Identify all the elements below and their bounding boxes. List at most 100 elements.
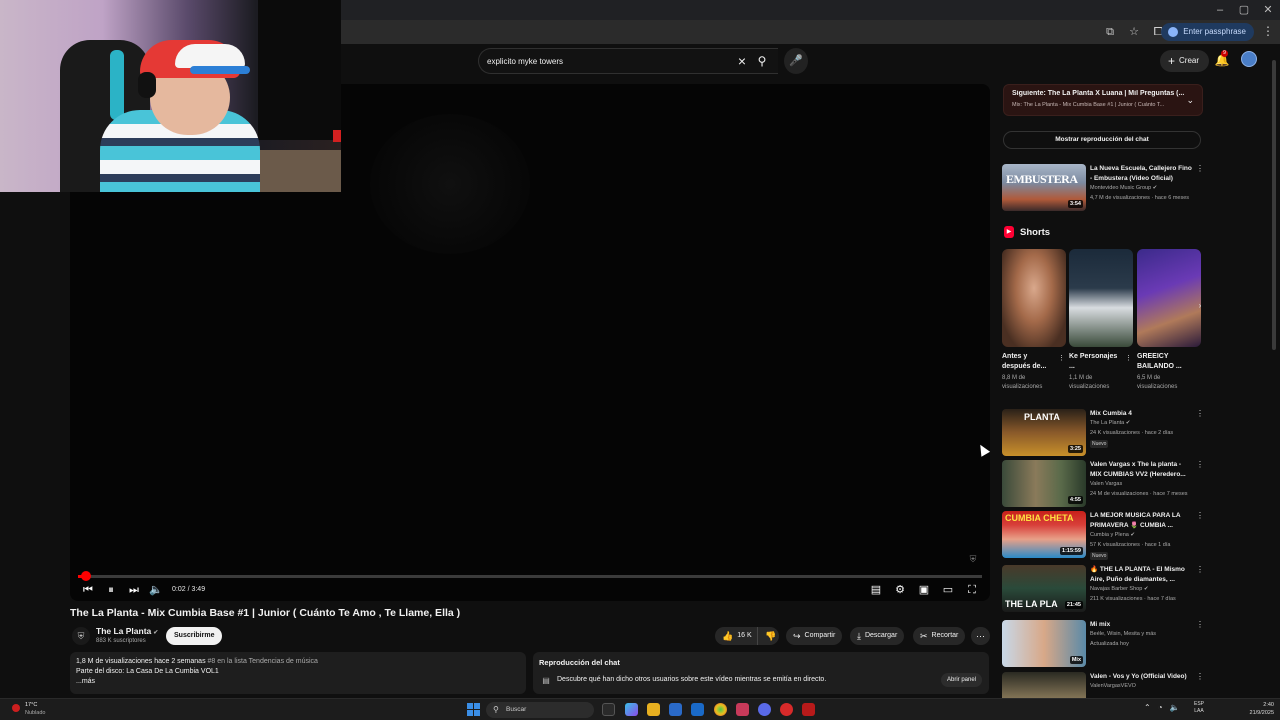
taskbar-clock[interactable]: 2:40 21/9/2025 [1238,701,1274,717]
copilot-icon[interactable] [625,703,638,716]
trending-label[interactable]: #8 en la lista Tendencias de música [208,658,318,665]
task-view-icon[interactable] [602,703,615,716]
recommendation-item[interactable]: Mix Mi mix Beéle, Wisin, Mesita y más Ac… [1002,620,1207,668]
description-box[interactable]: 1,8 M de visualizaciones hace 2 semanas … [70,652,526,694]
video-thumbnail[interactable]: EMBUSTERA 3:54 [1002,164,1086,211]
more-options-icon[interactable]: ⋮ [1196,672,1204,682]
share-label: Compartir [804,632,836,639]
video-thumbnail[interactable]: THE LA PLA 21:45 [1002,565,1086,612]
recommendation-channel: The La Planta ✔ [1090,420,1130,426]
create-button[interactable]: + Crear [1160,50,1210,72]
open-panel-button[interactable]: Abrir panel [941,673,983,687]
chevron-right-icon[interactable]: › [1194,301,1206,315]
start-menu-icon[interactable] [467,703,480,716]
up-next-box[interactable]: Siguiente: The La Planta X Luana | Mil P… [1003,84,1203,116]
account-avatar[interactable] [1241,51,1257,67]
description-stats: 1,8 M de visualizaciones hace 2 semanas … [76,658,520,665]
more-actions-button[interactable]: ⋯ [971,627,990,645]
recommendation-item[interactable]: PLANTA 3:25 Mix Cumbia 4 The La Planta ✔… [1002,409,1207,457]
more-options-icon[interactable]: ⋮ [1125,354,1132,362]
browser-menu-icon[interactable]: ⋮ [1262,24,1274,38]
progress-bar[interactable] [78,571,982,581]
settings-gear-icon[interactable]: ⚙ [892,582,908,598]
show-more-link[interactable]: ...más [76,678,520,685]
clip-button[interactable]: ✂ Recortar [913,627,966,645]
more-options-icon[interactable]: ⋮ [1196,409,1204,419]
channel-name-text: The La Planta [96,626,152,636]
short-thumbnail[interactable] [1069,249,1133,347]
video-thumbnail[interactable]: 4:55 [1002,460,1086,507]
more-options-icon[interactable]: ⋮ [1196,511,1204,521]
recommendation-channel: Navajas Barber Shop ✔ [1090,586,1148,592]
download-button[interactable]: ⤓ Descargar [850,627,905,645]
short-item[interactable]: GREEICY BAILANDO ... 6,5 M de visualizac… [1137,249,1201,392]
app-icon-red[interactable] [780,703,793,716]
file-explorer-icon[interactable] [647,703,660,716]
short-item[interactable]: Antes y después de... 8,8 M de visualiza… [1002,249,1066,392]
tray-overflow-icon[interactable]: ⌃ [1144,703,1151,712]
volume-icon[interactable]: 🔈 [148,582,164,598]
recommendation-item[interactable]: Valen - Vos y Yo (Official Video) ValenV… [1002,672,1207,698]
recommendation-item[interactable]: 4:55 Valen Vargas x The la planta - MIX … [1002,460,1207,508]
taskbar-search[interactable]: ⚲ Buscar [486,702,594,718]
recommendation-channel-name: Montevideo Music Group [1090,185,1152,191]
channel-watermark-icon[interactable]: ⛨ [968,554,978,564]
network-icon[interactable]: ◔ [1158,703,1163,712]
next-icon[interactable]: ⏭ [126,582,142,598]
chevron-down-icon[interactable]: ⌄ [1186,95,1194,106]
video-thumbnail[interactable]: Mix [1002,620,1086,667]
video-thumbnail[interactable] [1002,672,1086,698]
bookmark-star-icon[interactable]: ☆ [1126,24,1142,40]
profile-sync-icon [1168,27,1179,37]
pause-icon[interactable]: ⏸ [103,582,119,598]
language-indicator[interactable]: ESP LAA [1194,701,1204,715]
maximize-button[interactable]: ▢ [1236,2,1252,18]
theater-mode-icon[interactable]: ▭ [940,582,956,598]
install-app-icon[interactable]: ⧉ [1102,24,1118,40]
recommendation-item[interactable]: CUMBIA CHETA 1:15:59 LA MEJOR MUSICA PAR… [1002,511,1207,560]
recommendation-meta: 4,7 M de visualizaciones · hace 6 meses [1090,195,1190,201]
short-thumbnail[interactable] [1137,249,1201,347]
app-icon-dark-red[interactable] [802,703,815,716]
outlook-icon[interactable] [691,703,704,716]
recommendation-item[interactable]: THE LA PLA 21:45 🔥 THE LA PLANTA - El Mi… [1002,565,1207,613]
chrome-icon[interactable] [714,703,727,716]
miniplayer-icon[interactable]: ▣ [916,582,932,598]
more-options-icon[interactable]: ⋮ [1196,565,1204,575]
more-options-icon[interactable]: ⋮ [1058,354,1065,362]
page-scrollbar[interactable] [1272,60,1276,350]
webcam-cap-brim [190,66,250,74]
channel-avatar[interactable]: ⛨ [72,627,90,645]
subtitles-icon[interactable]: ▤ [868,582,884,598]
passphrase-label: Enter passphrase [1183,27,1246,36]
previous-icon[interactable]: ⏮ [80,582,96,598]
share-button[interactable]: ↪ Compartir [786,627,843,645]
volume-tray-icon[interactable]: 🔈 [1170,703,1180,712]
video-thumbnail[interactable]: PLANTA 3:25 [1002,409,1086,456]
discord-icon[interactable] [758,703,771,716]
enter-passphrase-button[interactable]: Enter passphrase [1161,23,1254,41]
close-window-button[interactable]: ✕ [1260,2,1276,18]
more-options-icon[interactable]: ⋮ [1196,164,1204,174]
like-button[interactable]: 👍 16 K [715,627,757,645]
short-item[interactable]: Ke Personajes ... 1,1 M de visualizacion… [1069,249,1133,392]
recommendation-item[interactable]: EMBUSTERA 3:54 La Nueva Escuela, Calleje… [1002,164,1207,212]
short-thumbnail[interactable] [1002,249,1066,347]
search-button[interactable]: ⚲ [747,48,777,74]
show-chat-replay-button[interactable]: Mostrar reproducción del chat [1003,131,1201,149]
app-icon-pink[interactable] [736,703,749,716]
channel-name[interactable]: The La Planta ✔ [96,626,158,636]
search-input[interactable] [487,49,727,73]
store-icon[interactable] [669,703,682,716]
dislike-button[interactable]: 👎 [757,627,779,645]
minimize-button[interactable]: – [1212,2,1228,18]
more-options-icon[interactable]: ⋮ [1196,460,1204,470]
download-label: Descargar [864,632,898,639]
fullscreen-icon[interactable]: ⛶ [964,582,980,598]
search-icon: ⚲ [493,705,499,714]
video-thumbnail[interactable]: CUMBIA CHETA 1:15:59 [1002,511,1086,558]
more-options-icon[interactable]: ⋮ [1196,620,1204,630]
subscribe-button[interactable]: Suscribirme [166,627,223,645]
create-label: Crear [1179,56,1200,65]
voice-search-icon[interactable]: 🎤 [784,48,808,74]
